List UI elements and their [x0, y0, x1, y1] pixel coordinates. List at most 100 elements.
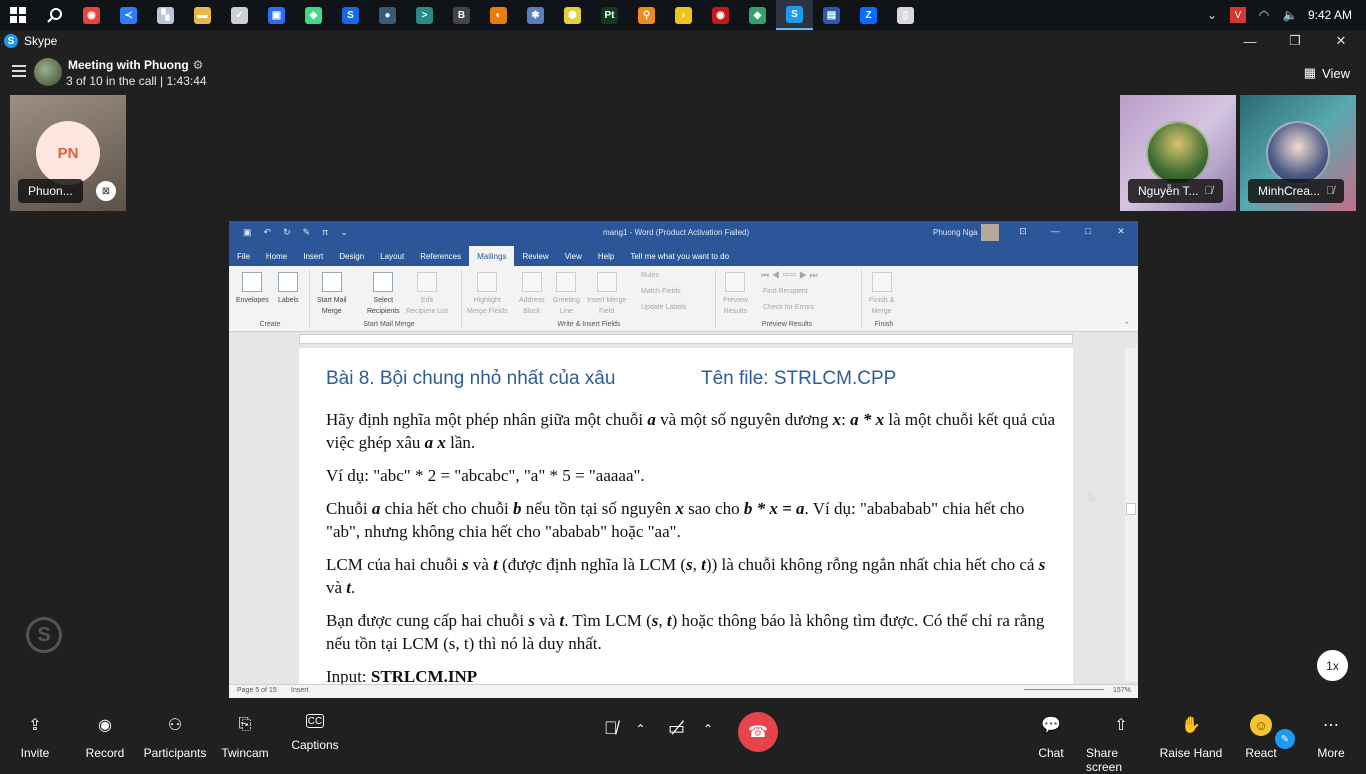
- tab-design[interactable]: Design: [331, 246, 372, 266]
- blender-icon[interactable]: ◐: [480, 0, 517, 30]
- zalo-icon[interactable]: Z: [850, 0, 887, 30]
- find-recipient-button[interactable]: Find Recipient: [763, 288, 808, 295]
- update-labels-button[interactable]: Update Labels: [641, 304, 686, 311]
- chrome-icon[interactable]: ◉: [73, 0, 110, 30]
- app-square-icon[interactable]: S: [332, 0, 369, 30]
- insert-merge-field-button[interactable]: Insert Merge Field: [587, 272, 626, 317]
- terminal-icon[interactable]: >: [406, 0, 443, 30]
- bitcoin-icon[interactable]: B: [443, 0, 480, 30]
- format-painter-icon[interactable]: ✎: [303, 227, 311, 238]
- menu-icon[interactable]: [12, 65, 26, 77]
- vivaldi-icon[interactable]: V: [1229, 7, 1246, 23]
- participant-tile-nguyen[interactable]: Nguyễn T... 🎙̸: [1120, 95, 1236, 211]
- select-recipients-button[interactable]: Select Recipients: [367, 272, 400, 317]
- record-navigation[interactable]: ⏮ ◀ ▭▭ ▶ ⏭: [761, 270, 818, 281]
- chart-app-icon[interactable]: ▤: [813, 0, 850, 30]
- participants-button[interactable]: ⚇ Participants: [140, 714, 210, 760]
- redo-icon[interactable]: ↻: [283, 227, 291, 238]
- zoom-level[interactable]: 157%: [1113, 687, 1131, 694]
- tab-help[interactable]: Help: [590, 246, 622, 266]
- gear-icon[interactable]: ⚙: [193, 58, 204, 72]
- twincam-button[interactable]: ⎘ Twincam: [210, 714, 280, 760]
- tab-review[interactable]: Review: [514, 246, 556, 266]
- vertical-scrollbar[interactable]: [1125, 348, 1137, 682]
- tab-references[interactable]: References: [412, 246, 469, 266]
- app-icon[interactable]: ▚: [147, 0, 184, 30]
- hang-up-button[interactable]: ☎: [738, 712, 778, 752]
- chat-button[interactable]: 💬 Chat: [1016, 714, 1086, 760]
- collapse-ribbon-icon[interactable]: ⌃: [1124, 321, 1130, 329]
- vscode-icon[interactable]: ≺: [110, 0, 147, 30]
- hex-icon[interactable]: ⬢: [554, 0, 591, 30]
- participant-tile-minhcrea[interactable]: MinhCrea... 🎙̸: [1240, 95, 1356, 211]
- maximize-icon[interactable]: □: [1082, 226, 1094, 236]
- tell-me-search[interactable]: Tell me what you want to do: [622, 246, 729, 266]
- rules-button[interactable]: Rules: [641, 272, 659, 279]
- mic-muted-icon[interactable]: 🎙̸: [604, 718, 618, 739]
- record-icon[interactable]: ◉: [702, 0, 739, 30]
- labels-button[interactable]: Labels: [278, 272, 299, 306]
- search-app-icon[interactable]: ⚲: [628, 0, 665, 30]
- raise-hand-button[interactable]: ✋ Raise Hand: [1156, 714, 1226, 760]
- envelopes-button[interactable]: Envelopes: [236, 272, 269, 306]
- steam-icon[interactable]: ●: [369, 0, 406, 30]
- address-block-button[interactable]: Address Block: [519, 272, 545, 317]
- tab-mailings[interactable]: Mailings: [469, 246, 515, 266]
- customize-icon[interactable]: ⌄: [340, 227, 348, 238]
- chevron-up-icon[interactable]: ⌄: [1204, 7, 1220, 23]
- playback-speed-button[interactable]: 1x: [1315, 648, 1350, 683]
- share-screen-button[interactable]: ⇧ Share screen: [1086, 714, 1156, 774]
- highlight-merge-fields-button[interactable]: Highlight Merge Fields: [467, 272, 507, 317]
- restore-icon[interactable]: ❐: [1272, 30, 1318, 52]
- wifi-icon[interactable]: ◠: [1256, 7, 1272, 23]
- page-count[interactable]: Page 5 of 15: [237, 687, 277, 694]
- insert-mode[interactable]: Insert: [291, 687, 309, 694]
- check-errors-button[interactable]: Check for Errors: [763, 304, 814, 311]
- scroll-thumb[interactable]: [1126, 503, 1136, 515]
- word-user-avatar[interactable]: [981, 224, 999, 241]
- edit-recipient-list-button[interactable]: Edit Recipient List: [406, 272, 448, 317]
- check-icon[interactable]: ✓: [221, 0, 258, 30]
- finish-merge-button[interactable]: Finish & Merge: [869, 272, 894, 317]
- ribbon-display-icon[interactable]: ⊡: [1017, 226, 1029, 237]
- chevron-up-icon[interactable]: ⌃: [703, 722, 713, 736]
- android-icon[interactable]: ◆: [295, 0, 332, 30]
- close-icon[interactable]: ✕: [1318, 30, 1364, 52]
- more-button[interactable]: ⋯ More: [1296, 714, 1366, 760]
- match-fields-button[interactable]: Match Fields: [641, 288, 681, 295]
- folder-icon[interactable]: ▬: [184, 0, 221, 30]
- pt-icon[interactable]: Pt: [591, 0, 628, 30]
- tab-layout[interactable]: Layout: [372, 246, 412, 266]
- volume-icon[interactable]: 🔈: [1282, 7, 1298, 23]
- document-icon[interactable]: ▯: [887, 0, 924, 30]
- minimize-icon[interactable]: —: [1227, 30, 1273, 52]
- clock[interactable]: 9:42 AM: [1308, 8, 1352, 22]
- save-icon[interactable]: ▣: [243, 227, 252, 238]
- tab-home[interactable]: Home: [258, 246, 295, 266]
- pencil-icon[interactable]: ✎: [1275, 729, 1295, 749]
- chevron-up-icon[interactable]: ⌃: [636, 722, 646, 736]
- tab-file[interactable]: File: [229, 246, 258, 266]
- undo-icon[interactable]: ↶: [264, 227, 272, 238]
- captions-button[interactable]: CC Captions: [280, 714, 350, 752]
- preview-results-button[interactable]: Preview Results: [723, 272, 748, 317]
- participant-tile-pn[interactable]: PN Phuon... ⊠: [10, 95, 126, 211]
- tab-insert[interactable]: Insert: [295, 246, 331, 266]
- document-page[interactable]: Bài 8. Bội chung nhỏ nhất của xâu Tên fi…: [299, 348, 1073, 684]
- close-icon[interactable]: ✕: [1115, 226, 1127, 237]
- zoom-slider[interactable]: [1024, 689, 1104, 690]
- diamond-icon[interactable]: ◆: [739, 0, 776, 30]
- remove-participant-icon[interactable]: ⊠: [96, 181, 116, 201]
- duck-icon[interactable]: ◗: [665, 0, 702, 30]
- settings-app-icon[interactable]: ✱: [517, 0, 554, 30]
- start-mail-merge-button[interactable]: Start Mail Merge: [317, 272, 347, 317]
- app-blue-icon[interactable]: ▣: [258, 0, 295, 30]
- search-icon[interactable]: [36, 0, 73, 30]
- pi-icon[interactable]: π: [322, 227, 328, 238]
- tab-view[interactable]: View: [557, 246, 590, 266]
- skype-icon[interactable]: S: [776, 0, 813, 30]
- minimize-icon[interactable]: —: [1049, 226, 1061, 236]
- video-off-icon[interactable]: ▭̸: [668, 718, 685, 739]
- greeting-line-button[interactable]: Greeting Line: [553, 272, 580, 317]
- record-button[interactable]: ◉ Record: [70, 714, 140, 760]
